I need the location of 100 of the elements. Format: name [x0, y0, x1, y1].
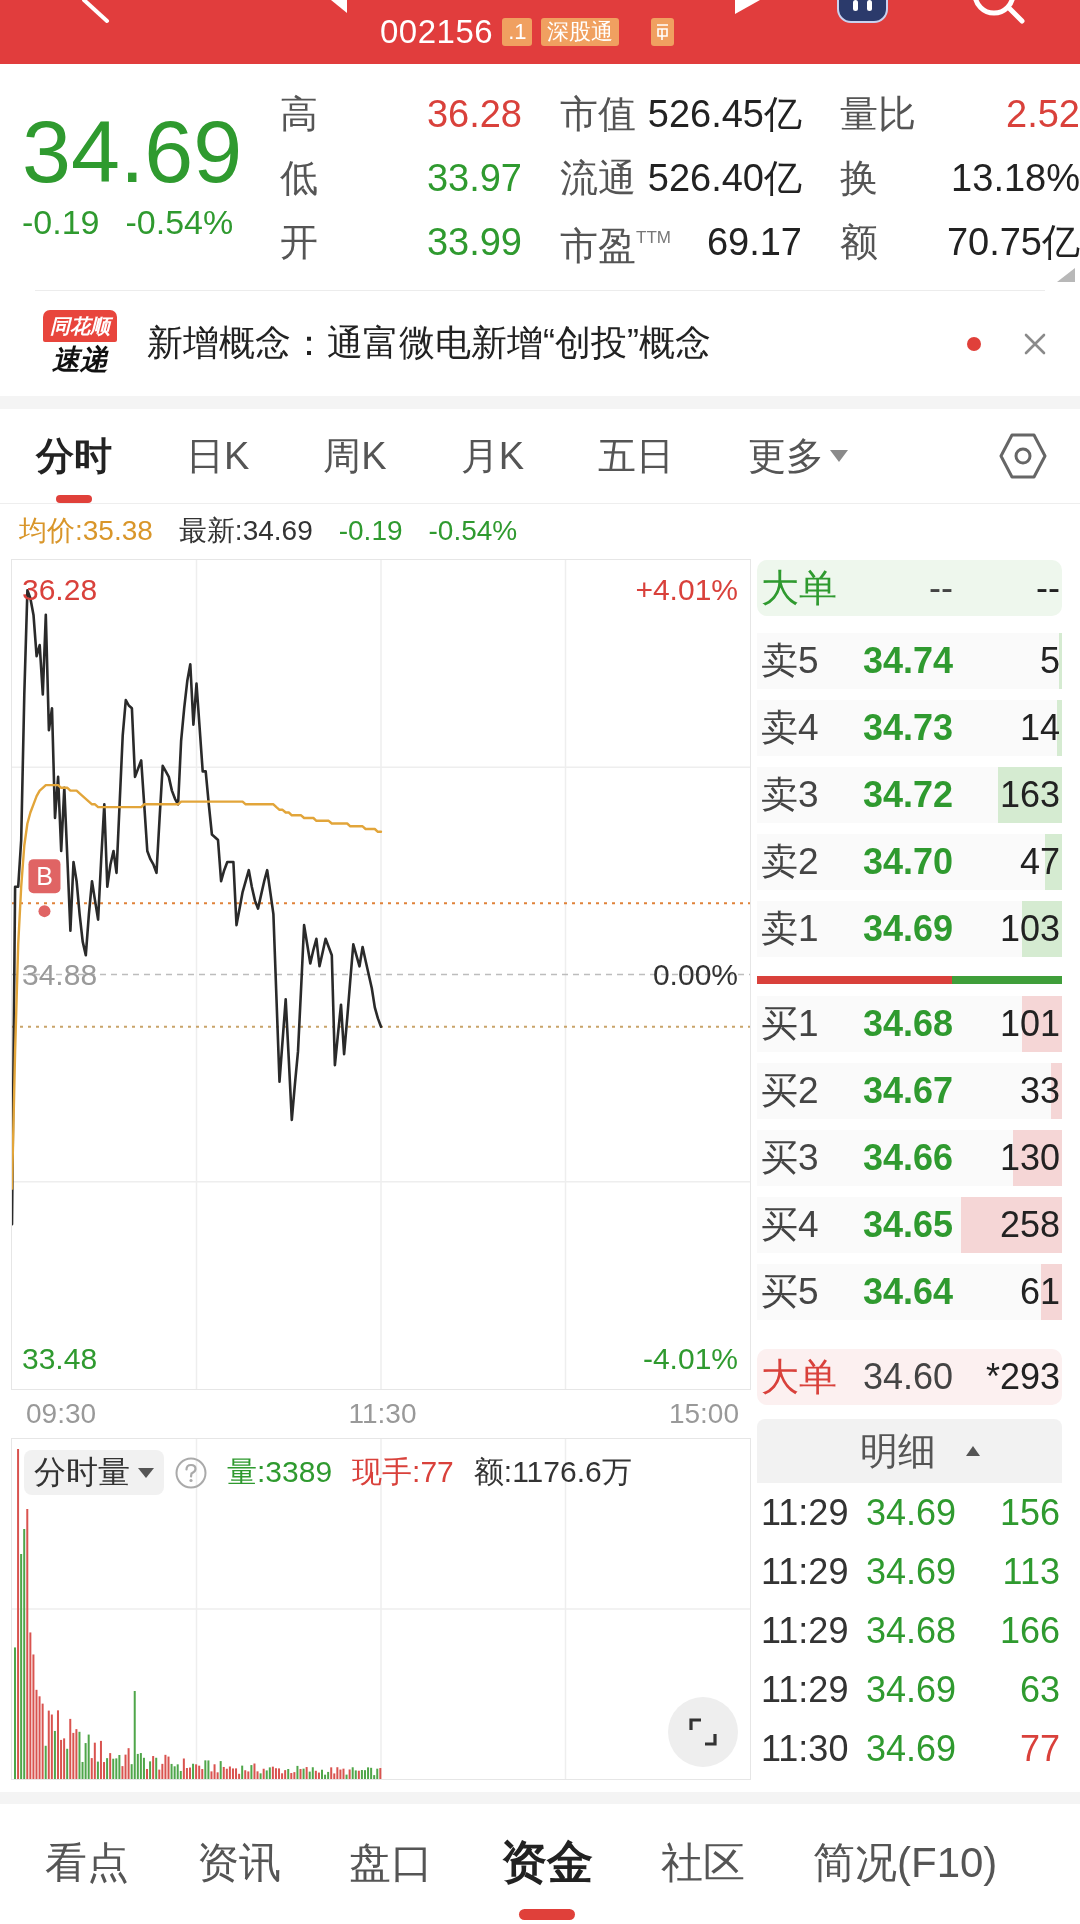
trade-price: 34.69 [866, 1727, 958, 1770]
stat-label: 流通 [560, 156, 636, 201]
trade-price: 34.68 [866, 1609, 958, 1652]
stock-code: 002156 [380, 12, 494, 52]
robot-icon[interactable] [835, 0, 890, 24]
chart-tab[interactable]: 月K [460, 409, 525, 503]
news-headline[interactable]: 新增概念：通富微电新增“创投”概念 [147, 319, 711, 368]
trade-volume: 166 [998, 1609, 1060, 1652]
tag-icon [651, 18, 675, 46]
percent-axis-label: 0.00% [652, 956, 738, 993]
trade-volume: 113 [1001, 1550, 1060, 1593]
order-volume: 103 [998, 907, 1060, 950]
price-axis-label: 34.88 [22, 956, 98, 993]
quote-info-text: 均价:35.38 [19, 514, 153, 548]
logo-text: 速递 [51, 342, 108, 377]
order-level-label: 买1 [761, 1001, 820, 1046]
bottom-tab[interactable]: 资金 [501, 1804, 593, 1922]
order-volume: 14 [1018, 706, 1060, 749]
order-volume: 130 [998, 1136, 1060, 1179]
time-axis-label: 09:30 [26, 1398, 97, 1430]
order-price: 34.70 [861, 840, 953, 883]
stat-label: 市值 [560, 92, 636, 137]
volume-selector[interactable]: 分时量 [24, 1450, 164, 1495]
order-price: 34.74 [861, 639, 953, 682]
price-axis-label: 33.48 [22, 1340, 98, 1377]
stat-value: 2.52 [1006, 92, 1080, 137]
large-order-label: 大单 [761, 1354, 838, 1400]
trade-price: 34.69 [866, 1491, 958, 1534]
price-change: -0.19 [22, 202, 100, 242]
order-level-label: 卖2 [761, 839, 820, 884]
trade-time: 11:29 [761, 1609, 850, 1652]
stat-value: 33.97 [426, 156, 522, 201]
stat-value: 36.28 [426, 92, 522, 137]
order-volume: 258 [998, 1203, 1060, 1246]
chart-tab[interactable]: 周K [323, 409, 387, 503]
close-icon[interactable] [1024, 332, 1046, 355]
bottom-tab[interactable]: 社区 [661, 1804, 745, 1922]
search-icon[interactable] [972, 0, 1028, 24]
chevron-icon[interactable] [82, 0, 110, 24]
expand-icon [688, 1717, 718, 1747]
percent-axis-label: +4.01% [635, 572, 738, 609]
percent-change: -0.54% [125, 202, 234, 242]
order-price: 34.68 [861, 1002, 953, 1045]
stat-label: 开 [280, 220, 318, 265]
stat-label: 量比 [840, 92, 916, 137]
chart-tab[interactable]: 日K [186, 409, 250, 503]
quote-info-text: 最新:34.69 [178, 514, 313, 548]
large-order-price: -- [928, 567, 953, 609]
trade-volume: 77 [1018, 1727, 1060, 1770]
large-order-volume: *293 [984, 1356, 1060, 1398]
bottom-tab[interactable]: 看点 [45, 1804, 129, 1922]
order-price: 34.72 [861, 773, 953, 816]
caret-icon [138, 1467, 154, 1478]
order-price: 34.65 [861, 1203, 953, 1246]
order-level-label: 买5 [761, 1269, 820, 1314]
chart-tab[interactable]: 分时 [36, 409, 112, 503]
time-axis-label: 15:00 [668, 1398, 739, 1430]
quote-info-text: -0.54% [428, 515, 518, 547]
stat-value: 33.99 [426, 220, 522, 265]
order-volume: 101 [998, 1002, 1060, 1045]
chart-tab[interactable]: 更多 [748, 409, 849, 503]
stat-value: 13.18% [951, 156, 1080, 201]
trade-detail-toggle[interactable]: 明细 [757, 1419, 1062, 1483]
trade-price: 34.69 [866, 1668, 958, 1711]
stat-label: 市盈$^{TTM}$ [560, 224, 671, 269]
bottom-tab[interactable]: 简况(F10) [813, 1804, 998, 1922]
order-price: 34.73 [861, 706, 953, 749]
settings-icon[interactable] [999, 432, 1047, 480]
order-price: 34.64 [861, 1270, 953, 1313]
annotation: B [36, 862, 53, 891]
order-volume: 61 [1018, 1270, 1060, 1313]
large-order-volume: -- [1035, 567, 1060, 609]
order-volume: 47 [1018, 840, 1060, 883]
trade-volume: 156 [998, 1491, 1060, 1534]
last-price: 34.69 [22, 108, 244, 196]
stock-badge: 深股通 [541, 18, 620, 46]
bottom-tab[interactable]: 盘口 [349, 1804, 433, 1922]
right-triangle-icon[interactable] [735, 0, 760, 14]
volume-stat: 现手:77 [352, 1454, 454, 1490]
order-level-label: 卖4 [761, 705, 820, 750]
stat-label: 低 [280, 156, 318, 201]
stat-label: 换 [840, 156, 878, 201]
marker-dot-icon [38, 905, 51, 918]
order-volume: 163 [998, 773, 1060, 816]
left-triangle-icon[interactable] [331, 0, 347, 13]
volume-stat: 量:3389 [227, 1454, 333, 1490]
bottom-tab[interactable]: 资讯 [197, 1804, 281, 1922]
trade-volume: 63 [1018, 1668, 1060, 1711]
trade-price: 34.69 [866, 1550, 958, 1593]
stat-value: 526.40亿 [647, 156, 802, 201]
chart-tab[interactable]: 五日 [598, 409, 675, 503]
order-level-label: 买4 [761, 1202, 820, 1247]
order-volume: 33 [1018, 1069, 1060, 1112]
trade-time: 11:29 [761, 1550, 850, 1593]
order-level-label: 卖1 [761, 906, 820, 951]
trade-time: 11:30 [761, 1727, 850, 1770]
stock-badge: .1 [502, 18, 533, 46]
trade-time: 11:29 [761, 1491, 850, 1534]
order-price: 34.66 [861, 1136, 953, 1179]
help-icon[interactable] [175, 1456, 207, 1489]
